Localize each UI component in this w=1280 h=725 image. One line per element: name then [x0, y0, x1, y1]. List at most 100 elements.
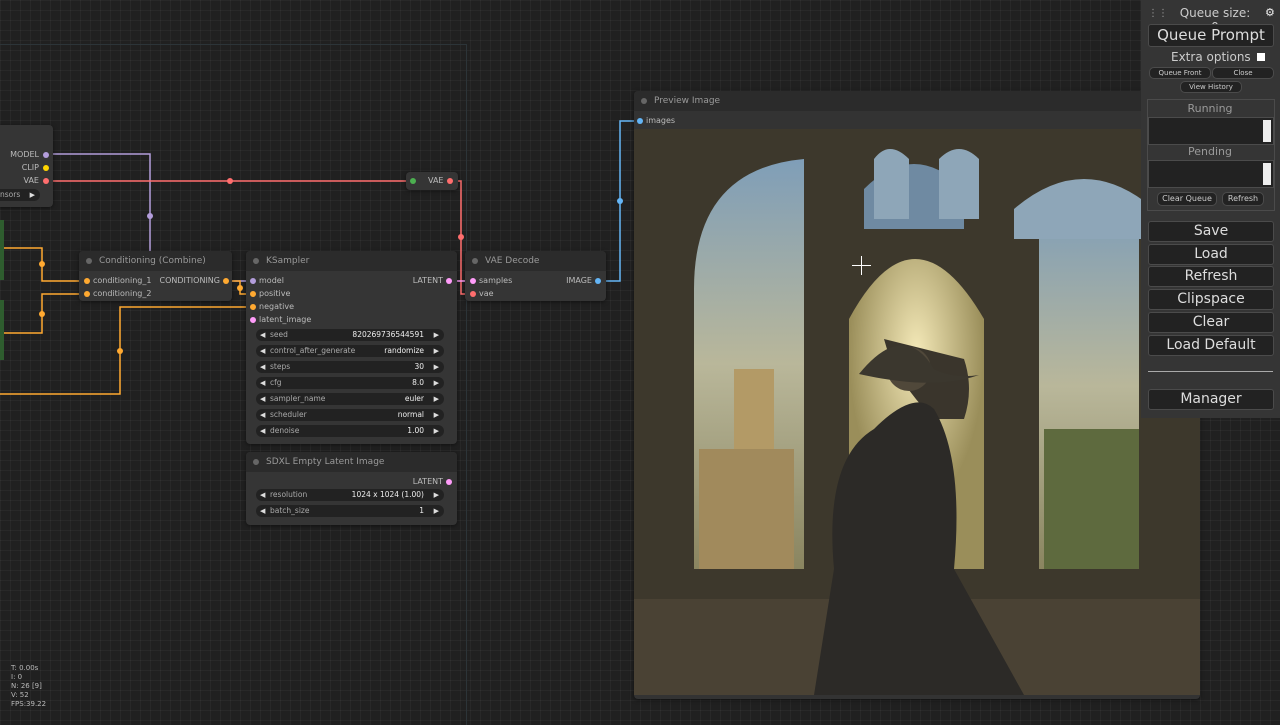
running-scrollbar[interactable]	[1263, 120, 1271, 142]
manager-button[interactable]: Manager	[1148, 389, 1274, 410]
arrow-right-icon: ▶	[29, 191, 35, 199]
output-clip[interactable]: CLIP	[22, 162, 49, 174]
input-positive[interactable]: positive	[250, 288, 290, 300]
output-latent[interactable]: LATENT	[413, 275, 452, 287]
stat-v: V: 52	[11, 691, 29, 699]
refresh-button[interactable]: Refresh	[1148, 266, 1274, 287]
prompt-node-edge-2	[0, 300, 4, 360]
denoise-widget[interactable]: ◀ denoise 1.00 ▶	[256, 425, 444, 437]
extra-options-checkbox[interactable]	[1256, 53, 1265, 61]
vae-reroute-input	[410, 178, 416, 184]
clipspace-button[interactable]: Clipspace	[1148, 289, 1274, 310]
arrow-right-icon: ▶	[433, 507, 439, 515]
control-after-generate-widget[interactable]: ◀ control_after_generate randomize ▶	[256, 345, 444, 357]
ksampler-node[interactable]: KSampler model positive negative latent_…	[246, 251, 457, 444]
stat-nodes: N: 26 [9]	[11, 682, 42, 690]
queue-menu-panel[interactable]: ⋮⋮ Queue size: 0 ⚙ Queue Prompt Extra op…	[1141, 0, 1280, 418]
vae-reroute-node[interactable]: VAE	[406, 172, 458, 190]
arrow-right-icon: ▶	[433, 411, 439, 419]
arrow-left-icon: ◀	[260, 411, 266, 419]
extra-options-label[interactable]: Extra options	[1171, 50, 1265, 64]
conditioning-combine-node[interactable]: Conditioning (Combine) conditioning_1 co…	[79, 251, 232, 301]
refresh-queue-button[interactable]: Refresh	[1222, 192, 1264, 206]
conditioning-1-midpoint	[39, 261, 45, 267]
node-title[interactable]: KSampler	[246, 251, 457, 271]
clear-queue-button[interactable]: Clear Queue	[1157, 192, 1217, 206]
output-conditioning[interactable]: CONDITIONING	[160, 275, 229, 287]
node-collapse-dot	[472, 258, 478, 264]
output-vae[interactable]: VAE	[24, 175, 49, 187]
resolution-widget[interactable]: ◀ resolution 1024 x 1024 (1.00) ▶	[256, 489, 444, 501]
cfg-widget[interactable]: ◀ cfg 8.0 ▶	[256, 377, 444, 389]
node-title[interactable]: Conditioning (Combine)	[79, 251, 232, 271]
vae-decode-node[interactable]: VAE Decode samples vae IMAGE	[465, 251, 606, 301]
drag-handle-icon[interactable]: ⋮⋮	[1148, 8, 1168, 19]
arrow-right-icon: ▶	[433, 427, 439, 435]
checkpoint-loader-node[interactable]: MODEL CLIP VAE nsors ▶	[0, 125, 53, 207]
conditioning-2-midpoint	[39, 311, 45, 317]
sdxl-empty-latent-node[interactable]: SDXL Empty Latent Image LATENT ◀ resoluti…	[246, 452, 457, 525]
input-conditioning-2[interactable]: conditioning_2	[84, 288, 151, 300]
seed-widget[interactable]: ◀ seed 820269736544591 ▶	[256, 329, 444, 341]
arrow-right-icon: ▶	[433, 331, 439, 339]
render-stats: T: 0.00s I: 0 N: 26 [9] V: 52 FPS:39.22	[11, 664, 46, 709]
running-list[interactable]	[1148, 117, 1274, 145]
node-collapse-dot	[86, 258, 92, 264]
vae-link-midpoint	[227, 178, 233, 184]
arrow-left-icon: ◀	[260, 427, 266, 435]
view-history-button[interactable]: View History	[1180, 81, 1242, 93]
node-collapse-dot	[253, 258, 259, 264]
running-label: Running	[1187, 102, 1233, 115]
input-model[interactable]: model	[250, 275, 284, 287]
load-button[interactable]: Load	[1148, 244, 1274, 265]
clear-button[interactable]: Clear	[1148, 312, 1274, 333]
sampler-name-widget[interactable]: ◀ sampler_name euler ▶	[256, 393, 444, 405]
pending-label: Pending	[1188, 145, 1232, 158]
stat-i: I: 0	[11, 673, 23, 681]
batch-size-widget[interactable]: ◀ batch_size 1 ▶	[256, 505, 444, 517]
node-title[interactable]: SDXL Empty Latent Image	[246, 452, 457, 472]
settings-gear-icon[interactable]: ⚙	[1265, 6, 1275, 19]
vae-link-decode-midpoint	[458, 234, 464, 240]
ckpt-name-widget[interactable]: nsors ▶	[0, 189, 40, 201]
image-link-midpoint	[617, 198, 623, 204]
input-vae[interactable]: vae	[470, 288, 494, 300]
stat-time: T: 0.00s	[11, 664, 39, 672]
preview-image-node[interactable]: Preview Image images	[634, 91, 1200, 699]
output-model[interactable]: MODEL	[10, 149, 49, 161]
arrow-left-icon: ◀	[260, 331, 266, 339]
arrow-left-icon: ◀	[260, 379, 266, 387]
save-button[interactable]: Save	[1148, 221, 1274, 242]
vae-reroute-output	[447, 178, 453, 184]
input-negative[interactable]: negative	[250, 301, 294, 313]
node-collapse-dot	[253, 459, 259, 465]
node-title[interactable]: VAE Decode	[465, 251, 606, 271]
output-latent[interactable]: LATENT	[413, 476, 452, 488]
arrow-left-icon: ◀	[260, 363, 266, 371]
close-button[interactable]: Close	[1212, 67, 1274, 79]
input-latent-image[interactable]: latent_image	[250, 314, 311, 326]
input-images[interactable]: images	[637, 115, 675, 127]
pending-list[interactable]	[1148, 160, 1274, 188]
output-image[interactable]: IMAGE	[566, 275, 601, 287]
scheduler-widget[interactable]: ◀ scheduler normal ▶	[256, 409, 444, 421]
queue-prompt-button[interactable]: Queue Prompt	[1148, 24, 1274, 47]
negative-link-midpoint	[117, 348, 123, 354]
arrow-right-icon: ▶	[433, 379, 439, 387]
node-title[interactable]: Preview Image	[634, 91, 1200, 111]
steps-widget[interactable]: ◀ steps 30 ▶	[256, 361, 444, 373]
arrow-right-icon: ▶	[433, 363, 439, 371]
pending-scrollbar[interactable]	[1263, 163, 1271, 185]
model-link-midpoint	[147, 213, 153, 219]
arrow-right-icon: ▶	[433, 347, 439, 355]
arrow-left-icon: ◀	[260, 491, 266, 499]
node-collapse-dot	[641, 98, 647, 104]
menu-divider	[1148, 371, 1273, 372]
input-conditioning-1[interactable]: conditioning_1	[84, 275, 151, 287]
prompt-node-edge-1	[0, 220, 4, 280]
input-samples[interactable]: samples	[470, 275, 512, 287]
load-default-button[interactable]: Load Default	[1148, 335, 1274, 356]
arrow-left-icon: ◀	[260, 395, 266, 403]
queue-front-button[interactable]: Queue Front	[1149, 67, 1211, 79]
crosshair-cursor-icon	[852, 256, 871, 275]
